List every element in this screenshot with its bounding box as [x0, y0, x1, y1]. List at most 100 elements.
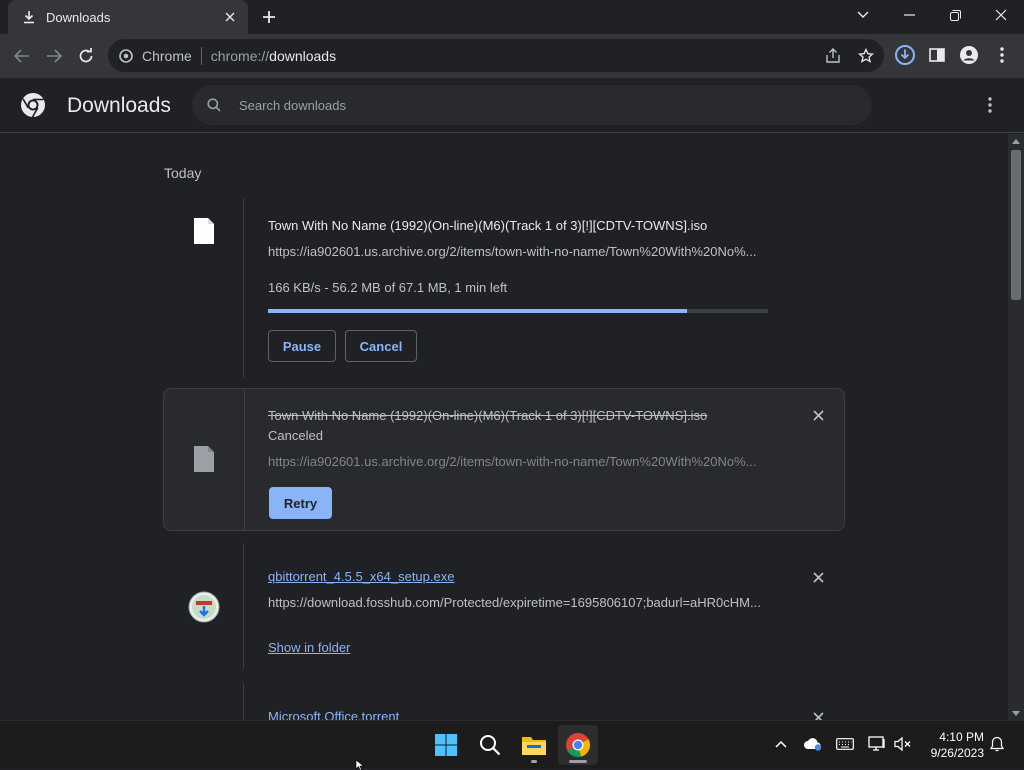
search-icon [204, 95, 224, 115]
more-vert-icon [1000, 47, 1004, 63]
page-header: Downloads [0, 78, 1024, 133]
mouse-cursor-icon [355, 760, 365, 770]
url-scheme: chrome:// [210, 47, 270, 64]
tab-strip: Downloads [0, 0, 1024, 34]
clock-time: 4:10 PM [939, 730, 984, 744]
download-item-icon-column [163, 683, 244, 720]
windows-start-icon [435, 734, 457, 756]
new-tab-button[interactable] [258, 6, 280, 28]
scroll-thumb[interactable] [1011, 150, 1021, 300]
tab-title: Downloads [46, 9, 111, 25]
download-item: qbittorrent_4.5.5_x64_setup.exe https://… [163, 543, 845, 669]
tab-downloads[interactable]: Downloads [8, 0, 248, 34]
chrome-taskbar-button[interactable] [558, 725, 598, 765]
profile-button[interactable] [957, 43, 981, 67]
file-explorer-button[interactable] [514, 725, 554, 765]
restore-button[interactable] [932, 0, 978, 30]
close-icon [812, 711, 824, 720]
restore-icon [949, 9, 961, 21]
page-title: Downloads [67, 94, 171, 117]
scroll-down-arrow[interactable] [1008, 706, 1024, 720]
file-icon [194, 446, 214, 472]
caret-up-icon [1012, 138, 1020, 144]
address-bar[interactable]: Chrome chrome://downloads [108, 39, 884, 72]
side-panel-button[interactable] [925, 43, 949, 67]
keyboard-tray-button[interactable] [834, 733, 856, 755]
volume-tray-button[interactable] [892, 733, 914, 755]
notifications-button[interactable] [986, 733, 1008, 755]
bookmark-star-icon[interactable] [857, 47, 875, 65]
download-item-icon-column [164, 389, 245, 530]
download-url[interactable]: https://ia902601.us.archive.org/2/items/… [268, 454, 768, 469]
download-item: Microsoft.Office.torrent [163, 683, 845, 720]
remove-download-button[interactable] [808, 707, 828, 720]
download-url[interactable]: https://download.fosshub.com/Protected/e… [268, 595, 768, 610]
omnibox-chip: Chrome [142, 47, 192, 64]
download-filename: Town With No Name (1992)(On-line)(M6)(Tr… [268, 218, 708, 233]
clock-date: 9/26/2023 [930, 746, 984, 760]
download-progress-icon [895, 45, 915, 65]
file-icon [194, 218, 214, 244]
download-status: 166 KB/s - 56.2 MB of 67.1 MB, 1 min lef… [268, 280, 508, 295]
browser-toolbar: Chrome chrome://downloads [0, 34, 1024, 78]
chevron-up-icon [775, 740, 787, 748]
page-scrollbar[interactable] [1008, 134, 1024, 720]
minimize-button[interactable] [886, 0, 932, 30]
close-window-button[interactable] [978, 0, 1024, 30]
downloads-page: Downloads Today Town With No Name (1992)… [0, 78, 1024, 720]
download-item: Town With No Name (1992)(On-line)(M6)(Tr… [163, 198, 845, 378]
retry-button[interactable]: Retry [269, 487, 332, 519]
download-item-icon-column [163, 543, 244, 669]
download-progress-fill [268, 309, 687, 313]
windows-taskbar: 4:10 PM 9/26/2023 [0, 720, 1024, 768]
caret-down-icon [1012, 710, 1020, 716]
download-filename: Town With No Name (1992)(On-line)(M6)(Tr… [268, 408, 708, 423]
arrow-right-icon [47, 49, 62, 63]
remove-download-button[interactable] [808, 405, 828, 425]
app-running-indicator [531, 760, 537, 763]
omnibox-separator [200, 46, 202, 65]
tab-search-button[interactable] [840, 0, 886, 30]
start-button[interactable] [426, 725, 466, 765]
download-filename-link[interactable]: qbittorrent_4.5.5_x64_setup.exe [268, 569, 454, 584]
cancel-button[interactable]: Cancel [345, 330, 417, 362]
download-filename-link[interactable]: Microsoft.Office.torrent [268, 709, 399, 720]
remove-download-button[interactable] [808, 567, 828, 587]
close-icon [995, 9, 1007, 21]
share-icon[interactable] [824, 47, 842, 65]
reload-button[interactable] [72, 42, 100, 70]
forward-button[interactable] [40, 42, 68, 70]
search-input[interactable] [239, 97, 839, 113]
bell-icon [990, 736, 1004, 752]
reload-icon [79, 48, 93, 63]
taskbar-search-button[interactable] [470, 725, 510, 765]
taskbar-clock[interactable]: 4:10 PM 9/26/2023 [918, 729, 984, 761]
close-icon [812, 571, 824, 583]
close-icon[interactable] [222, 9, 238, 25]
chrome-menu-button[interactable] [990, 43, 1014, 67]
search-box[interactable] [192, 85, 872, 125]
scroll-up-arrow[interactable] [1008, 134, 1024, 148]
show-hidden-icons-button[interactable] [770, 733, 792, 755]
file-explorer-icon [522, 737, 546, 755]
volume-muted-icon [894, 736, 911, 752]
download-item-icon-column [163, 198, 244, 378]
app-active-indicator [569, 760, 587, 763]
downloads-bubble-button[interactable] [893, 43, 917, 67]
minimize-icon [903, 14, 915, 16]
download-icon [22, 10, 36, 24]
download-url[interactable]: https://ia902601.us.archive.org/2/items/… [268, 244, 768, 259]
download-status: Canceled [268, 428, 323, 443]
page-menu-button[interactable] [978, 93, 1002, 117]
back-button[interactable] [8, 42, 36, 70]
show-in-folder-link[interactable]: Show in folder [268, 640, 350, 655]
download-progress-bar [268, 309, 768, 313]
onedrive-tray-button[interactable] [802, 733, 824, 755]
side-panel-icon [929, 48, 945, 62]
more-vert-icon [988, 97, 992, 113]
omnibox-url[interactable]: chrome://downloads [211, 48, 336, 64]
pause-button[interactable]: Pause [268, 330, 336, 362]
downloads-list: Today Town With No Name (1992)(On-line)(… [0, 134, 1008, 720]
chevron-down-icon [857, 11, 869, 18]
network-tray-button[interactable] [866, 733, 888, 755]
